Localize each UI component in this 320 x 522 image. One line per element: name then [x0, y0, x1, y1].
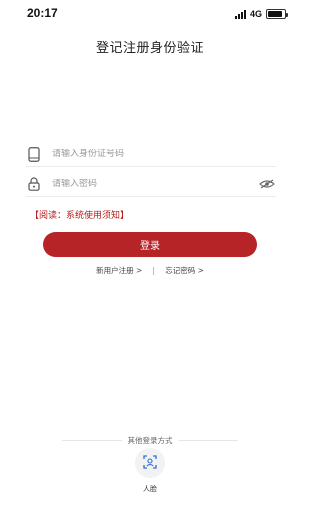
id-number-field[interactable]: [26, 143, 276, 165]
divider-left: [62, 440, 122, 441]
face-login-label: 人脸: [143, 485, 157, 493]
network-type: 4G: [249, 9, 262, 19]
divider-right: [178, 440, 238, 441]
battery-level: [268, 11, 282, 17]
id-number-input[interactable]: [52, 149, 276, 159]
status-time: 20:17: [27, 6, 58, 20]
register-link[interactable]: 新用户注册 >: [96, 265, 142, 276]
other-login-title: 其他登录方式: [127, 436, 173, 445]
battery-icon: [266, 9, 288, 19]
status-indicators: 4G: [234, 8, 288, 20]
password-input[interactable]: [52, 179, 258, 189]
page-title: 登记注册身份验证: [95, 41, 204, 56]
face-login-button[interactable]: [135, 448, 165, 478]
id-field-divider: [26, 166, 276, 167]
phone-icon: [26, 146, 42, 162]
login-button[interactable]: 登录: [43, 232, 257, 257]
signal-icon: [234, 9, 246, 19]
usage-notice-link[interactable]: 【阅读：系统使用须知】: [30, 208, 129, 221]
lock-icon: [26, 176, 42, 192]
password-field-divider: [26, 196, 276, 197]
eye-hidden-icon[interactable]: [258, 177, 276, 191]
face-scan-icon: [143, 454, 157, 473]
status-bar: 20:17 4G: [0, 0, 300, 28]
other-login-header: 其他登录方式: [62, 435, 238, 446]
forgot-password-link[interactable]: 忘记密码 >: [165, 265, 204, 276]
password-field[interactable]: [26, 173, 276, 195]
link-divider: [153, 266, 155, 275]
account-links: 新用户注册 > 忘记密码 >: [0, 265, 300, 276]
